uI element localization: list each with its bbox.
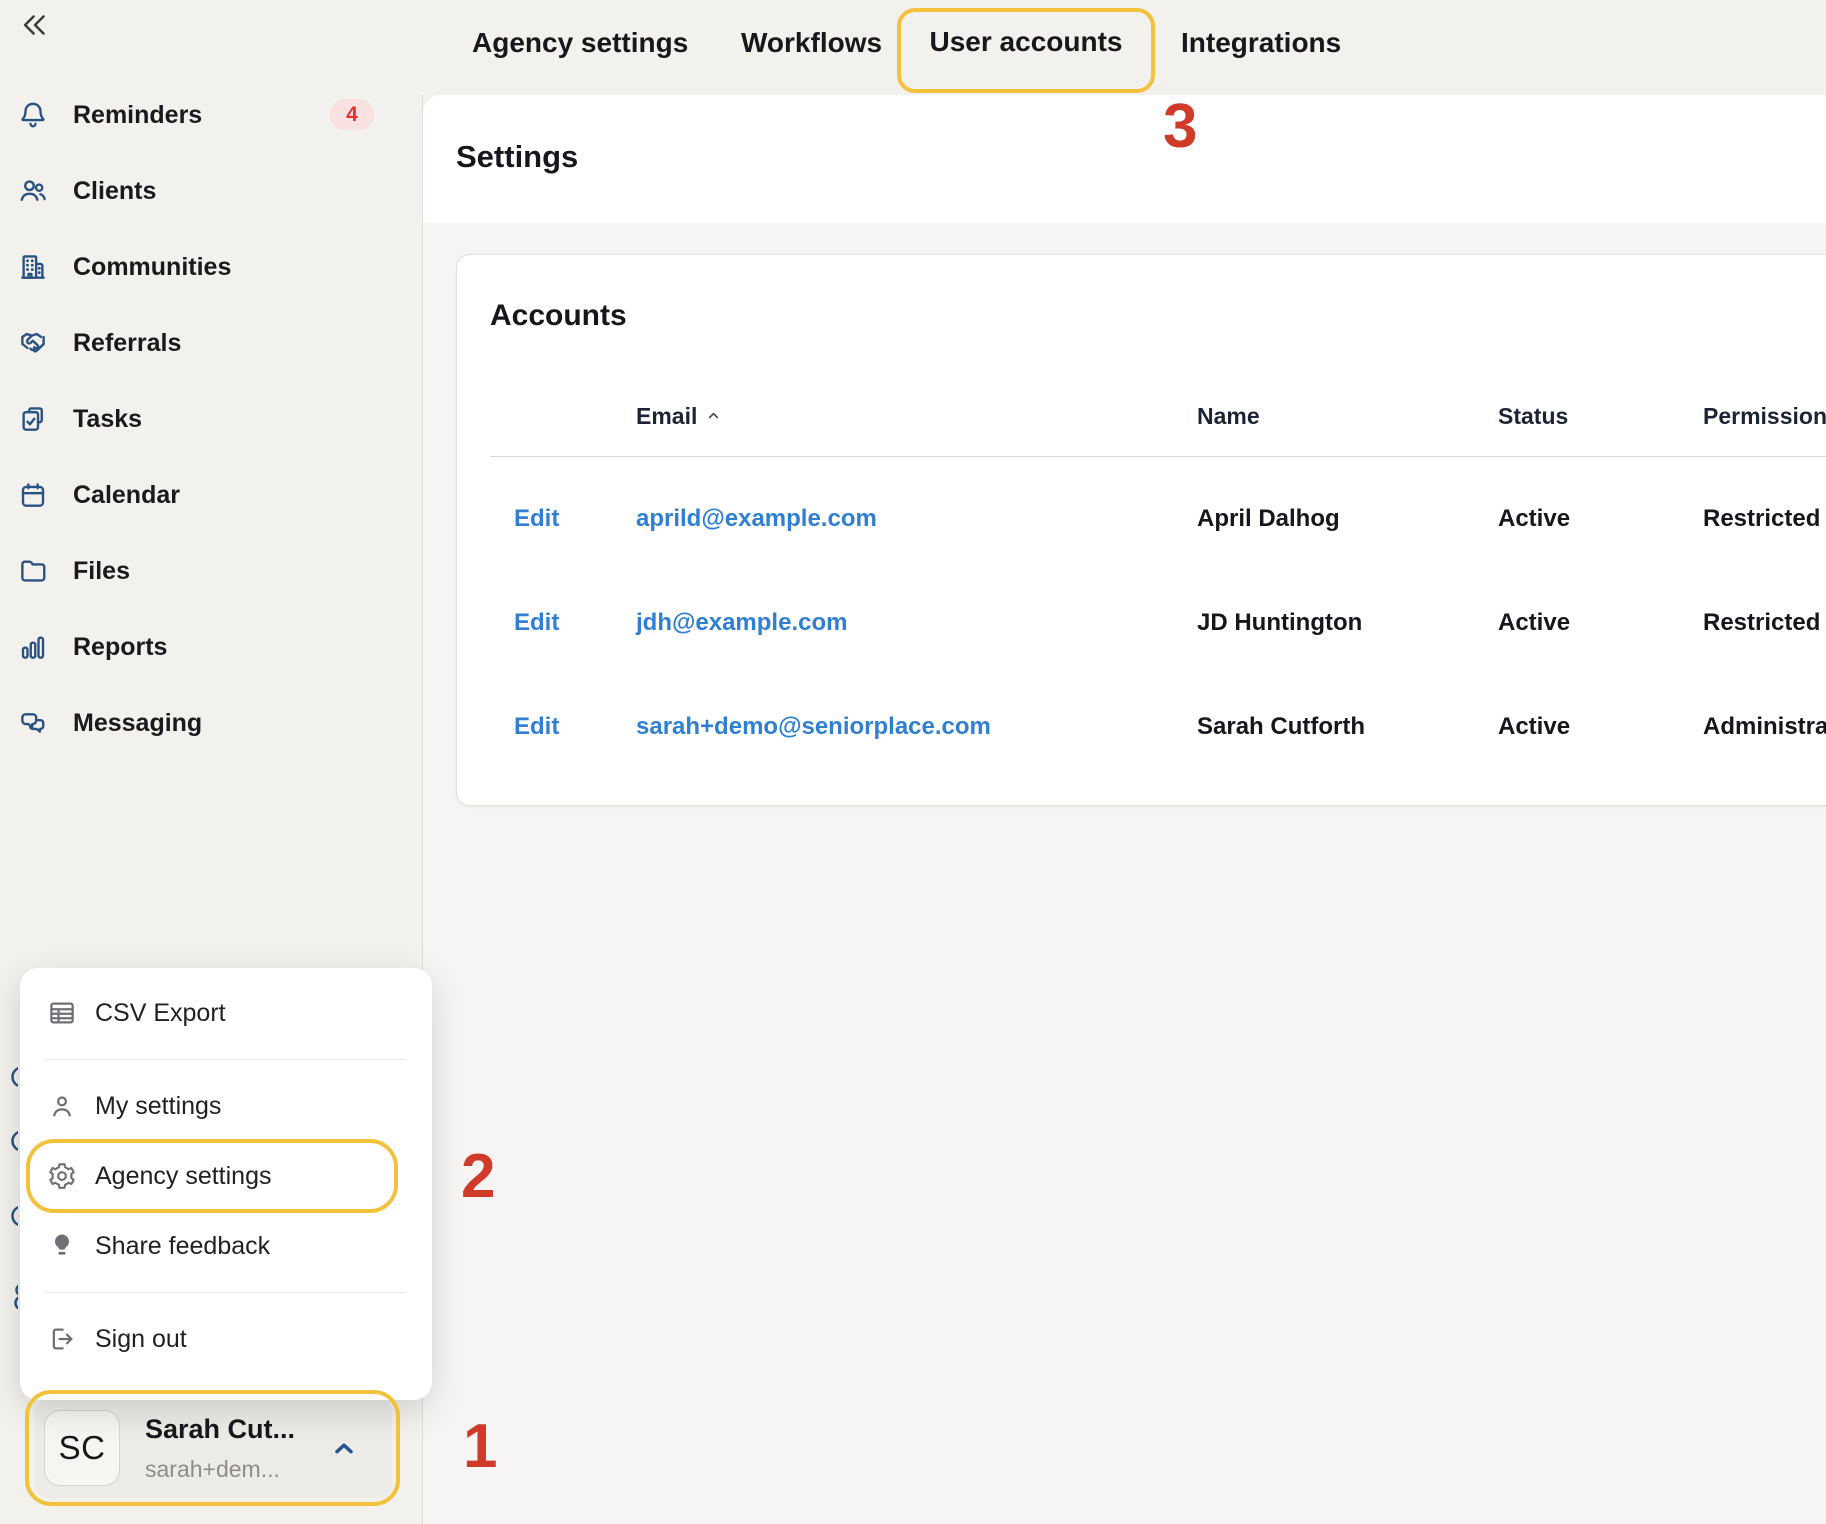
sidebar-item-clients[interactable]: Clients xyxy=(0,153,422,229)
tab-workflows[interactable]: Workflows xyxy=(741,27,882,59)
main-content: Settings Accounts Email Name Status Perm… xyxy=(423,95,1826,1524)
tab-integrations[interactable]: Integrations xyxy=(1181,27,1341,59)
edit-link[interactable]: Edit xyxy=(514,609,559,637)
lightbulb-icon xyxy=(54,1234,70,1255)
user-name: Sarah Cut... xyxy=(145,1414,296,1444)
clipped-sidebar-icon-fragment xyxy=(6,1203,18,1229)
chevrons-left-icon xyxy=(23,15,45,35)
account-permissions: Restricted xyxy=(1703,609,1821,636)
table-row: Edit jdh@example.com JD Huntington Activ… xyxy=(457,593,1826,653)
sidebar-item-messaging[interactable]: Messaging xyxy=(0,685,422,761)
reminders-count-badge: 4 xyxy=(330,99,374,130)
column-header-name[interactable]: Name xyxy=(1197,403,1260,430)
sidebar-item-reports[interactable]: Reports xyxy=(0,609,422,685)
menu-item-agency-settings[interactable]: Agency settings xyxy=(20,1141,432,1211)
account-email[interactable]: aprild@example.com xyxy=(636,505,877,533)
clipboard-check-icon xyxy=(22,407,43,431)
bar-chart-icon xyxy=(21,636,45,659)
account-status: Active xyxy=(1498,713,1571,740)
menu-item-label: Agency settings xyxy=(95,1161,272,1190)
sort-ascending-icon xyxy=(709,412,719,419)
app-root: Agency settings Workflows User accounts … xyxy=(0,0,1826,1524)
account-status: Active xyxy=(1498,609,1571,636)
settings-header: Settings xyxy=(423,95,1826,223)
table-row: Edit aprild@example.com April Dalhog Act… xyxy=(457,489,1826,549)
accounts-card: Accounts Email Name Status Permissions E… xyxy=(456,254,1826,806)
chevron-up-icon xyxy=(335,1443,353,1454)
sidebar-item-label: Clients xyxy=(73,176,157,205)
clipped-sidebar-icon-fragment xyxy=(6,1283,18,1309)
sidebar-item-reminders[interactable]: Reminders 4 xyxy=(0,77,422,153)
menu-item-label: My settings xyxy=(95,1091,222,1120)
person-icon xyxy=(53,1096,71,1117)
menu-item-csv-export[interactable]: CSV Export xyxy=(20,978,432,1048)
menu-item-label: CSV Export xyxy=(95,998,226,1027)
menu-divider xyxy=(46,1292,406,1293)
tab-user-accounts[interactable]: User accounts xyxy=(901,26,1151,58)
user-email: sarah+dem... xyxy=(145,1456,280,1482)
menu-item-my-settings[interactable]: My settings xyxy=(20,1071,432,1141)
sidebar-item-referrals[interactable]: Referrals xyxy=(0,305,422,381)
menu-item-label: Sign out xyxy=(95,1324,187,1353)
handshake-icon xyxy=(21,332,45,353)
account-name: JD Huntington xyxy=(1197,609,1363,636)
sidebar-item-calendar[interactable]: Calendar xyxy=(0,457,422,533)
calendar-icon xyxy=(21,483,45,507)
page-title: Settings xyxy=(456,139,579,174)
edit-link[interactable]: Edit xyxy=(514,505,559,533)
user-account-button[interactable]: SC Sarah Cut... sarah+dem... xyxy=(35,1398,392,1498)
user-menu-popup: CSV Export My settings Agency settings S… xyxy=(20,968,432,1400)
menu-item-sign-out[interactable]: Sign out xyxy=(20,1304,432,1374)
highlight-box-user-accounts: User accounts xyxy=(897,8,1155,93)
building-icon xyxy=(21,255,45,279)
edit-link[interactable]: Edit xyxy=(514,713,559,741)
sign-out-icon xyxy=(52,1328,73,1350)
column-header-status[interactable]: Status xyxy=(1498,403,1568,430)
column-header-email[interactable]: Email xyxy=(636,403,721,430)
menu-item-label: Share feedback xyxy=(95,1231,271,1260)
folder-icon xyxy=(21,560,46,582)
gear-icon xyxy=(49,1163,75,1189)
column-header-permissions[interactable]: Permissions xyxy=(1703,403,1826,430)
sidebar-item-label: Reports xyxy=(73,632,168,661)
sidebar-nav: Reminders 4 Clients Communities Referral… xyxy=(0,77,422,761)
avatar: SC xyxy=(44,1410,120,1486)
table-header-divider xyxy=(490,456,1826,457)
account-email[interactable]: sarah+demo@seniorplace.com xyxy=(636,713,991,741)
sidebar-item-label: Referrals xyxy=(73,328,182,357)
account-name: April Dalhog xyxy=(1197,505,1340,532)
users-icon xyxy=(20,180,46,201)
clipped-sidebar-icon-fragment xyxy=(6,1064,18,1090)
table-row: Edit sarah+demo@seniorplace.com Sarah Cu… xyxy=(457,697,1826,757)
sidebar-item-label: Tasks xyxy=(73,404,143,433)
sidebar-collapse-button[interactable] xyxy=(18,8,52,42)
account-name: Sarah Cutforth xyxy=(1197,713,1365,740)
bell-icon xyxy=(21,102,45,128)
sidebar-item-label: Files xyxy=(73,556,130,585)
table-icon xyxy=(50,1002,74,1024)
account-permissions: Administrator xyxy=(1703,713,1826,740)
account-status: Active xyxy=(1498,505,1571,532)
account-permissions: Restricted xyxy=(1703,505,1821,532)
sidebar-item-label: Calendar xyxy=(73,480,180,509)
account-email[interactable]: jdh@example.com xyxy=(636,609,847,637)
clipped-sidebar-icon-fragment xyxy=(6,1128,18,1154)
menu-divider xyxy=(46,1059,406,1060)
sidebar-item-label: Messaging xyxy=(73,708,203,737)
sidebar-item-label: Reminders xyxy=(73,100,203,129)
sidebar-item-tasks[interactable]: Tasks xyxy=(0,381,422,457)
sidebar-item-files[interactable]: Files xyxy=(0,533,422,609)
sidebar-item-communities[interactable]: Communities xyxy=(0,229,422,305)
sidebar-item-label: Communities xyxy=(73,252,232,281)
menu-item-share-feedback[interactable]: Share feedback xyxy=(20,1211,432,1281)
tab-agency-settings[interactable]: Agency settings xyxy=(472,27,688,59)
chat-bubbles-icon xyxy=(21,713,45,733)
accounts-card-title: Accounts xyxy=(490,299,627,332)
